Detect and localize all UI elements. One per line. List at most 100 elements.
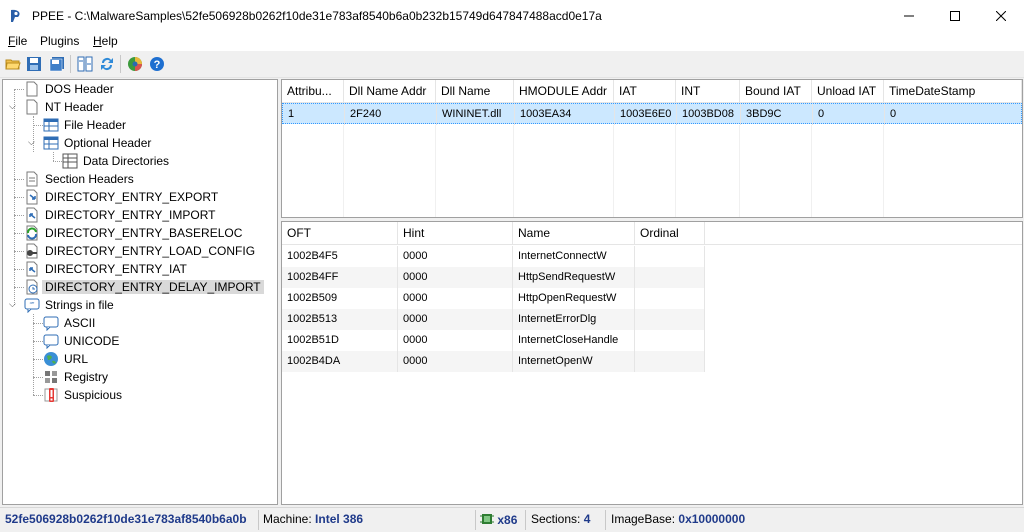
file-hash-value: 52fe506928b0262f10de31e783af8540b6a0b	[5, 512, 247, 526]
menu-file[interactable]: File	[8, 34, 27, 48]
table-cell: InternetConnectW	[513, 246, 635, 267]
tree-item-ascii[interactable]: ASCII	[43, 314, 98, 332]
tree-item-directory-export[interactable]: DIRECTORY_ENTRY_EXPORT	[24, 188, 221, 206]
refresh-button[interactable]	[98, 55, 116, 73]
export-icon	[24, 189, 40, 205]
tree-item-label: DOS Header	[45, 82, 114, 96]
delay-import-icon	[24, 279, 40, 295]
table-row[interactable]: 1002B4DA 0000 InternetOpenW	[282, 351, 705, 372]
plugins-button[interactable]	[126, 55, 144, 73]
table-cell: 0000	[398, 309, 513, 330]
tree-item-directory-import[interactable]: DIRECTORY_ENTRY_IMPORT	[24, 206, 218, 224]
tree-item-url[interactable]: URL	[43, 350, 91, 368]
table-cell: 1003BD08	[677, 104, 741, 125]
strings-collapse-toggle[interactable]: ⌵	[9, 300, 18, 309]
tree-item-label: DIRECTORY_ENTRY_IAT	[45, 262, 187, 276]
title-bar: PPEE - C:\MalwareSamples\52fe506928b0262…	[0, 0, 1024, 31]
table-cell: 1	[283, 104, 345, 125]
column-header[interactable]: Ordinal	[635, 222, 705, 244]
table-cell: 1002B4F5	[282, 246, 398, 267]
close-button[interactable]	[978, 0, 1024, 31]
column-header[interactable]: IAT	[614, 80, 676, 102]
tree-item-directory-iat[interactable]: DIRECTORY_ENTRY_IAT	[24, 260, 190, 278]
tree-item-file-header[interactable]: File Header	[43, 116, 129, 134]
open-button[interactable]	[4, 55, 22, 73]
tree-item-optional-header[interactable]: Optional Header	[43, 134, 154, 152]
grid-icon	[62, 153, 78, 169]
status-machine: Machine: Intel 386	[263, 512, 363, 526]
column-header[interactable]: TimeDateStamp	[884, 80, 1022, 102]
tree-item-directory-load-config[interactable]: DIRECTORY_ENTRY_LOAD_CONFIG	[24, 242, 258, 260]
status-bar: 52fe506928b0262f10de31e783af8540b6a0b Ma…	[0, 507, 1024, 532]
column-header[interactable]: OFT	[282, 222, 398, 244]
tree-item-strings-in-file[interactable]: “” Strings in file	[24, 296, 117, 314]
maximize-button[interactable]	[932, 0, 978, 31]
imagebase-value: 0x10000000	[678, 512, 746, 526]
tree-item-label: NT Header	[45, 100, 104, 114]
minimize-button[interactable]	[886, 0, 932, 31]
column-header[interactable]: Dll Name Addr	[344, 80, 436, 102]
column-header[interactable]: INT	[676, 80, 740, 102]
table-cell: 0	[813, 104, 885, 125]
column-guide	[883, 125, 884, 217]
table-cell: 0	[885, 104, 1022, 125]
import-icon	[24, 207, 40, 223]
tree-item-suspicious[interactable]: Suspicious	[43, 386, 125, 404]
compare-button[interactable]	[76, 55, 94, 73]
tree-item-label: DIRECTORY_ENTRY_BASERELOC	[45, 226, 243, 240]
tree-connector	[14, 251, 24, 252]
arch-value: x86	[497, 513, 518, 527]
delay-import-table[interactable]: Attribu... Dll Name Addr Dll Name HMODUL…	[281, 79, 1023, 218]
column-header[interactable]: Dll Name	[436, 80, 514, 102]
tree-connector	[53, 161, 62, 162]
column-header[interactable]: HMODULE Addr	[514, 80, 614, 102]
pe-structure-tree[interactable]: ⌵ ⌵ ⌵ DOS Header NT Header File Header O…	[2, 79, 278, 505]
table-row[interactable]: 1002B51D 0000 InternetCloseHandle	[282, 330, 705, 351]
table-cell	[635, 267, 705, 288]
tree-item-label: DIRECTORY_ENTRY_LOAD_CONFIG	[45, 244, 256, 258]
toolbar: ?	[0, 51, 1024, 78]
column-header[interactable]: Unload IAT	[812, 80, 884, 102]
table-cell: HttpSendRequestW	[513, 267, 635, 288]
save-all-button[interactable]	[48, 55, 66, 73]
table-row[interactable]: 1 2F240 WININET.dll 1003EA34 1003E6E0 10…	[282, 103, 1022, 125]
menu-plugins[interactable]: Plugins	[40, 34, 79, 48]
nt-header-collapse-toggle[interactable]: ⌵	[9, 102, 18, 111]
column-header[interactable]: Hint	[398, 222, 513, 244]
tree-item-section-headers[interactable]: Section Headers	[24, 170, 137, 188]
table-icon	[43, 117, 59, 133]
tree-item-label: DIRECTORY_ENTRY_IMPORT	[45, 208, 216, 222]
ppee-app-icon	[8, 8, 24, 24]
optional-header-collapse-toggle[interactable]: ⌵	[28, 138, 37, 147]
table-row[interactable]: 1002B4FF 0000 HttpSendRequestW	[282, 267, 705, 288]
tree-item-label: Suspicious	[64, 388, 123, 402]
table-cell: WININET.dll	[437, 104, 515, 125]
document-icon	[24, 99, 40, 115]
table-row[interactable]: 1002B4F5 0000 InternetConnectW	[282, 246, 705, 267]
help-button[interactable]: ?	[148, 55, 166, 73]
table-row[interactable]: 1002B513 0000 InternetErrorDlg	[282, 309, 705, 330]
tree-item-label: UNICODE	[64, 334, 120, 348]
tree-item-directory-delay-import[interactable]: DIRECTORY_ENTRY_DELAY_IMPORT	[24, 278, 264, 296]
table-cell	[635, 330, 705, 351]
tree-item-label: Section Headers	[45, 172, 134, 186]
tree-item-dos-header[interactable]: DOS Header	[24, 80, 117, 98]
tree-item-unicode[interactable]: UNICODE	[43, 332, 122, 350]
tree-item-label: DIRECTORY_ENTRY_DELAY_IMPORT	[42, 280, 264, 294]
toolbar-separator	[120, 55, 121, 73]
column-header[interactable]: Attribu...	[282, 80, 344, 102]
tree-item-nt-header[interactable]: NT Header	[24, 98, 106, 116]
status-sections: Sections: 4	[531, 512, 590, 526]
tree-item-registry[interactable]: Registry	[43, 368, 111, 386]
column-header[interactable]: Bound IAT	[740, 80, 812, 102]
table-row[interactable]: 1002B509 0000 HttpOpenRequestW	[282, 288, 705, 309]
menu-help[interactable]: Help	[93, 34, 118, 48]
table-cell	[635, 288, 705, 309]
tree-item-directory-basereloc[interactable]: DIRECTORY_ENTRY_BASERELOC	[24, 224, 245, 242]
save-button[interactable]	[25, 55, 43, 73]
tree-connector	[33, 341, 43, 342]
delay-import-functions-table[interactable]: OFT Hint Name Ordinal 1002B4F5 0000 Inte…	[281, 221, 1023, 505]
tree-connector	[14, 233, 24, 234]
column-header[interactable]: Name	[513, 222, 635, 244]
tree-item-data-directories[interactable]: Data Directories	[62, 152, 172, 170]
